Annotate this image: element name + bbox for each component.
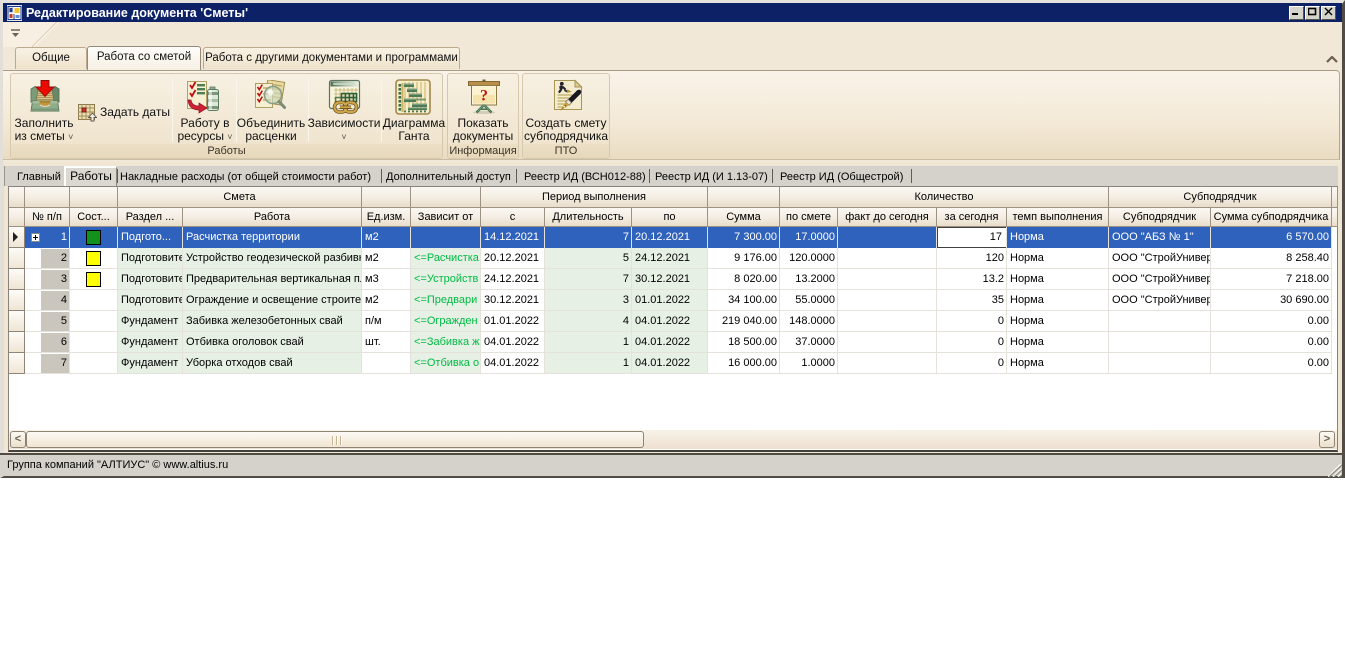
svg-text:?: ?: [480, 88, 488, 105]
